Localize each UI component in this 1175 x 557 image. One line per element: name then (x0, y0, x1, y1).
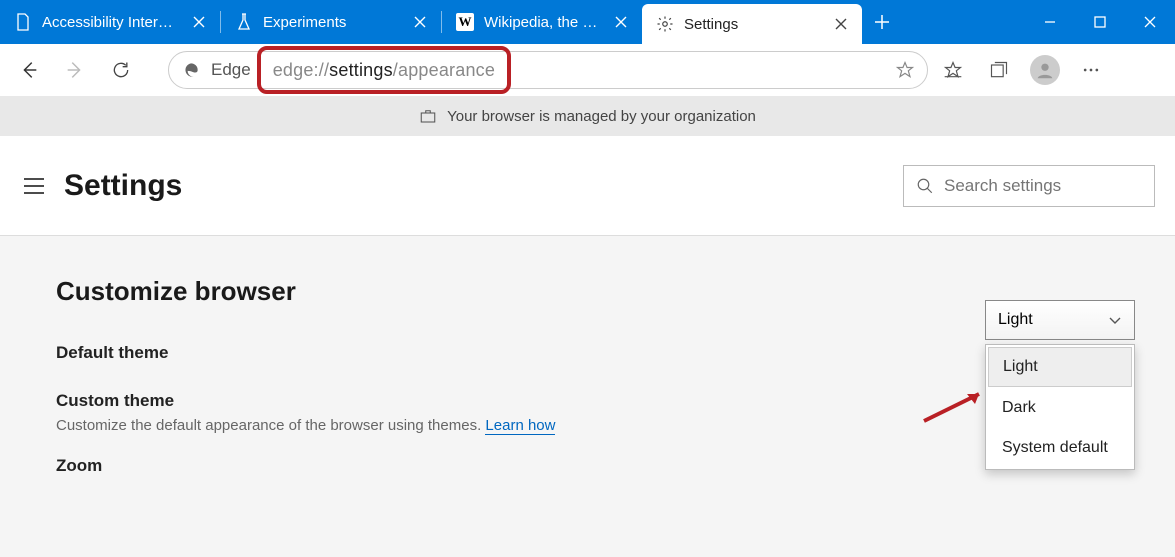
address-bar[interactable]: Edge edge://settings/appearance (168, 51, 928, 89)
theme-select[interactable]: Light (985, 300, 1135, 340)
url-highlight-annotation: edge://settings/appearance (261, 48, 507, 92)
back-button[interactable] (8, 50, 50, 90)
browser-titlebar: Accessibility Internals Experiments W Wi… (0, 0, 1175, 44)
row-default-theme: Default theme (56, 343, 1119, 363)
refresh-button[interactable] (100, 50, 142, 90)
window-controls (1025, 0, 1175, 44)
managed-text: Your browser is managed by your organiza… (447, 108, 756, 125)
wikipedia-icon: W (456, 13, 474, 31)
collections-button[interactable] (978, 50, 1020, 90)
close-icon[interactable] (188, 11, 210, 33)
theme-dropdown-menu: Light Dark System default (985, 344, 1135, 470)
custom-theme-label: Custom theme (56, 391, 174, 411)
section-title: Customize browser (56, 276, 1119, 307)
favorite-star-icon[interactable] (895, 60, 915, 80)
zoom-label: Zoom (56, 456, 102, 476)
settings-header: Settings (0, 136, 1175, 236)
row-custom-theme: Custom theme Customize the default appea… (56, 391, 1119, 434)
page-title: Settings (64, 169, 182, 203)
tab-title: Accessibility Internals (42, 14, 178, 31)
theme-option-light[interactable]: Light (988, 347, 1132, 387)
tab-title: Settings (684, 16, 820, 33)
managed-banner: Your browser is managed by your organiza… (0, 96, 1175, 136)
row-zoom: Zoom (56, 456, 1119, 476)
theme-option-system-default[interactable]: System default (988, 429, 1132, 467)
close-icon[interactable] (409, 11, 431, 33)
tab-wikipedia[interactable]: W Wikipedia, the free en (442, 0, 642, 44)
chevron-down-icon (1108, 313, 1122, 327)
default-theme-label: Default theme (56, 343, 168, 363)
tab-title: Wikipedia, the free en (484, 14, 600, 31)
profile-button[interactable] (1024, 50, 1066, 90)
briefcase-icon (419, 107, 437, 125)
new-tab-button[interactable] (862, 0, 902, 44)
maximize-button[interactable] (1075, 0, 1125, 44)
custom-theme-sub: Customize the default appearance of the … (56, 417, 555, 434)
forward-button[interactable] (54, 50, 96, 90)
search-settings-input[interactable] (944, 176, 1142, 196)
url-text: edge://settings/appearance (273, 60, 495, 81)
settings-content: Customize browser Default theme Custom t… (0, 236, 1175, 557)
hamburger-menu-button[interactable] (18, 170, 50, 202)
search-icon (916, 177, 934, 195)
more-menu-button[interactable] (1070, 50, 1112, 90)
tab-accessibility-internals[interactable]: Accessibility Internals (0, 0, 220, 44)
favorites-button[interactable] (932, 50, 974, 90)
close-icon[interactable] (610, 11, 632, 33)
minimize-button[interactable] (1025, 0, 1075, 44)
flask-icon (235, 13, 253, 31)
theme-select-value: Light (998, 311, 1033, 329)
theme-option-dark[interactable]: Dark (988, 389, 1132, 427)
page-icon (14, 13, 32, 31)
tab-settings[interactable]: Settings (642, 4, 862, 44)
tab-experiments[interactable]: Experiments (221, 0, 441, 44)
edge-logo-icon (181, 60, 201, 80)
gear-icon (656, 15, 674, 33)
close-icon[interactable] (830, 13, 852, 35)
avatar-icon (1030, 55, 1060, 85)
tab-title: Experiments (263, 14, 399, 31)
learn-how-link[interactable]: Learn how (485, 417, 555, 435)
close-window-button[interactable] (1125, 0, 1175, 44)
brand-label: Edge (211, 60, 251, 80)
browser-toolbar: Edge edge://settings/appearance (0, 44, 1175, 96)
search-settings-box[interactable] (903, 165, 1155, 207)
